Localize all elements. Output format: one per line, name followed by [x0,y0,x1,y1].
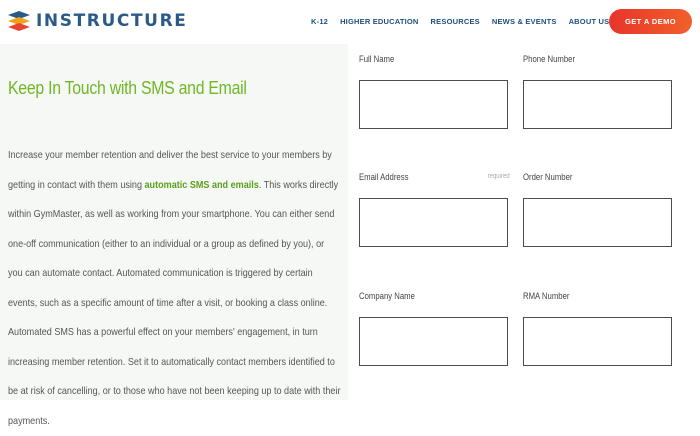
company-input[interactable] [359,317,508,366]
main-nav: K-12 HIGHER EDUCATION RESOURCES NEWS & E… [311,17,621,26]
phone-field: Phone Number [523,54,674,131]
nav-resources[interactable]: RESOURCES [431,17,480,26]
instructure-logo-icon [8,11,30,31]
automatic-sms-link[interactable]: automatic SMS and emails [145,180,259,191]
get-a-demo-button[interactable]: GET A DEMO [609,9,692,34]
order-label: Order Number [523,172,573,182]
order-field: Order Number [523,172,674,249]
phone-input[interactable] [523,80,672,129]
contact-form: Full Name Phone Number Email Address req… [350,44,700,400]
email-input[interactable] [359,198,508,247]
phone-label: Phone Number [523,54,576,64]
full-name-input[interactable] [359,80,508,129]
full-name-field: Full Name [359,54,510,131]
nav-k12[interactable]: K-12 [311,17,328,26]
full-name-label: Full Name [359,54,395,64]
email-field: Email Address required [359,172,510,249]
section-heading: Keep In Touch with SMS and Email [8,78,247,98]
email-label: Email Address [359,172,409,182]
rma-field: RMA Number [523,291,674,368]
nav-higher-education[interactable]: HIGHER EDUCATION [340,17,418,26]
content-panel: Keep In Touch with SMS and Email Increas… [0,44,348,427]
rma-input[interactable] [523,317,672,366]
brand-name: INSTRUCTURE [36,11,188,31]
site-header: INSTRUCTURE K-12 HIGHER EDUCATION RESOUR… [0,0,700,44]
nav-about-us[interactable]: ABOUT US [569,17,610,26]
section-paragraph: Increase your member retention and deliv… [8,141,341,436]
rma-label: RMA Number [523,291,570,301]
order-input[interactable] [523,198,672,247]
required-label: required [487,173,510,180]
company-label: Company Name [359,291,415,301]
brand-logo[interactable]: INSTRUCTURE [8,11,187,31]
nav-news-events[interactable]: NEWS & EVENTS [492,17,557,26]
paragraph-text-end: . This works directly within GymMaster, … [8,179,341,427]
company-field: Company Name [359,291,510,368]
